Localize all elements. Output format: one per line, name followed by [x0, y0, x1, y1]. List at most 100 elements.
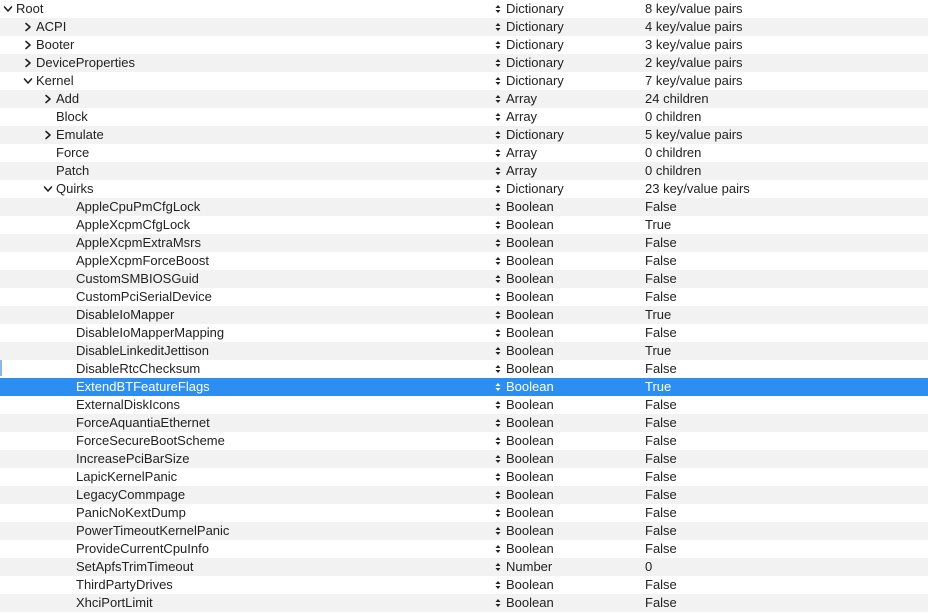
key-label[interactable]: ForceAquantiaEthernet	[74, 414, 210, 432]
plist-row-disable-rtc-checksum[interactable]: DisableRtcChecksum Boolean False	[0, 360, 928, 378]
up-down-stepper-icon[interactable]	[494, 324, 502, 342]
type-popup[interactable]: Boolean	[494, 360, 554, 378]
type-popup[interactable]: Dictionary	[494, 126, 564, 144]
value-cell[interactable]: False	[645, 450, 677, 468]
type-popup[interactable]: Boolean	[494, 378, 554, 396]
type-popup[interactable]: Boolean	[494, 270, 554, 288]
chevron-down-icon[interactable]	[22, 72, 34, 90]
type-popup[interactable]: Boolean	[494, 306, 554, 324]
up-down-stepper-icon[interactable]	[494, 54, 502, 72]
type-popup[interactable]: Boolean	[494, 396, 554, 414]
type-popup[interactable]: Dictionary	[494, 18, 564, 36]
type-popup[interactable]: Boolean	[494, 486, 554, 504]
value-cell[interactable]: 24 children	[645, 90, 709, 108]
value-cell[interactable]: 0	[645, 558, 652, 576]
chevron-down-icon[interactable]	[42, 180, 54, 198]
key-label[interactable]: AppleCpuPmCfgLock	[74, 198, 200, 216]
value-cell[interactable]: True	[645, 378, 671, 396]
chevron-down-icon[interactable]	[2, 0, 14, 18]
plist-row-increase-pci-bar-size[interactable]: IncreasePciBarSize Boolean False	[0, 450, 928, 468]
key-label[interactable]: Quirks	[54, 180, 94, 198]
up-down-stepper-icon[interactable]	[494, 288, 502, 306]
plist-row-booter[interactable]: Booter Dictionary 3 key/value pairs	[0, 36, 928, 54]
up-down-stepper-icon[interactable]	[494, 36, 502, 54]
key-label[interactable]: AppleXcpmForceBoost	[74, 252, 209, 270]
key-label[interactable]: Force	[54, 144, 89, 162]
key-label[interactable]: LegacyCommpage	[74, 486, 185, 504]
key-label[interactable]: Booter	[34, 36, 74, 54]
type-popup[interactable]: Boolean	[494, 540, 554, 558]
key-label[interactable]: DeviceProperties	[34, 54, 135, 72]
key-label[interactable]: ExtendBTFeatureFlags	[74, 378, 210, 396]
value-cell[interactable]: False	[645, 576, 677, 594]
up-down-stepper-icon[interactable]	[494, 504, 502, 522]
key-label[interactable]: SetApfsTrimTimeout	[74, 558, 194, 576]
value-cell[interactable]: 0 children	[645, 144, 701, 162]
chevron-right-icon[interactable]	[22, 36, 34, 54]
type-popup[interactable]: Dictionary	[494, 36, 564, 54]
value-cell[interactable]: 7 key/value pairs	[645, 72, 743, 90]
type-popup[interactable]: Boolean	[494, 594, 554, 612]
plist-row-disable-io-mapper-mapping[interactable]: DisableIoMapperMapping Boolean False	[0, 324, 928, 342]
type-popup[interactable]: Dictionary	[494, 72, 564, 90]
plist-row-extend-btfeature-flags[interactable]: ExtendBTFeatureFlags Boolean True	[0, 378, 928, 396]
plist-row-device-properties[interactable]: DeviceProperties Dictionary 2 key/value pa…	[0, 54, 928, 72]
value-cell[interactable]: False	[645, 198, 677, 216]
up-down-stepper-icon[interactable]	[494, 18, 502, 36]
plist-row-apple-xcpm-force-boost[interactable]: AppleXcpmForceBoost Boolean False	[0, 252, 928, 270]
up-down-stepper-icon[interactable]	[494, 270, 502, 288]
key-label[interactable]: PanicNoKextDump	[74, 504, 186, 522]
type-popup[interactable]: Boolean	[494, 288, 554, 306]
plist-row-xhci-port-limit[interactable]: XhciPortLimit Boolean False	[0, 594, 928, 612]
plist-row-external-disk-icons[interactable]: ExternalDiskIcons Boolean False	[0, 396, 928, 414]
key-label[interactable]: AppleXcpmExtraMsrs	[74, 234, 201, 252]
type-popup[interactable]: Boolean	[494, 216, 554, 234]
up-down-stepper-icon[interactable]	[494, 468, 502, 486]
key-label[interactable]: DisableLinkeditJettison	[74, 342, 209, 360]
key-label[interactable]: CustomSMBIOSGuid	[74, 270, 199, 288]
type-popup[interactable]: Boolean	[494, 342, 554, 360]
up-down-stepper-icon[interactable]	[494, 162, 502, 180]
up-down-stepper-icon[interactable]	[494, 378, 502, 396]
key-label[interactable]: ACPI	[34, 18, 66, 36]
up-down-stepper-icon[interactable]	[494, 252, 502, 270]
type-popup[interactable]: Boolean	[494, 522, 554, 540]
value-cell[interactable]: 2 key/value pairs	[645, 54, 743, 72]
plist-row-panic-no-kext-dump[interactable]: PanicNoKextDump Boolean False	[0, 504, 928, 522]
value-cell[interactable]: True	[645, 342, 671, 360]
key-label[interactable]: Block	[54, 108, 88, 126]
chevron-right-icon[interactable]	[22, 18, 34, 36]
type-popup[interactable]: Boolean	[494, 324, 554, 342]
key-label[interactable]: Patch	[54, 162, 89, 180]
type-popup[interactable]: Dictionary	[494, 180, 564, 198]
type-popup[interactable]: Number	[494, 558, 552, 576]
plist-row-legacy-commpage[interactable]: LegacyCommpage Boolean False	[0, 486, 928, 504]
type-popup[interactable]: Array	[494, 162, 537, 180]
plist-row-acpi[interactable]: ACPI Dictionary 4 key/value pairs	[0, 18, 928, 36]
value-cell[interactable]: 3 key/value pairs	[645, 36, 743, 54]
type-popup[interactable]: Boolean	[494, 576, 554, 594]
up-down-stepper-icon[interactable]	[494, 108, 502, 126]
key-label[interactable]: AppleXcpmCfgLock	[74, 216, 190, 234]
plist-row-disable-io-mapper[interactable]: DisableIoMapper Boolean True	[0, 306, 928, 324]
plist-row-apple-xcpm-cfg-lock[interactable]: AppleXcpmCfgLock Boolean True	[0, 216, 928, 234]
value-cell[interactable]: False	[645, 324, 677, 342]
key-label[interactable]: XhciPortLimit	[74, 594, 153, 612]
type-popup[interactable]: Dictionary	[494, 0, 564, 18]
up-down-stepper-icon[interactable]	[494, 180, 502, 198]
type-popup[interactable]: Boolean	[494, 414, 554, 432]
type-popup[interactable]: Boolean	[494, 432, 554, 450]
key-label[interactable]: DisableIoMapperMapping	[74, 324, 224, 342]
value-cell[interactable]: 0 children	[645, 108, 701, 126]
up-down-stepper-icon[interactable]	[494, 0, 502, 18]
plist-row-force-aquantia-ethernet[interactable]: ForceAquantiaEthernet Boolean False	[0, 414, 928, 432]
value-cell[interactable]: False	[645, 414, 677, 432]
up-down-stepper-icon[interactable]	[494, 198, 502, 216]
plist-row-custom-smbiosguid[interactable]: CustomSMBIOSGuid Boolean False	[0, 270, 928, 288]
up-down-stepper-icon[interactable]	[494, 396, 502, 414]
up-down-stepper-icon[interactable]	[494, 72, 502, 90]
plist-row-force-secure-boot-scheme[interactable]: ForceSecureBootScheme Boolean False	[0, 432, 928, 450]
chevron-right-icon[interactable]	[42, 90, 54, 108]
up-down-stepper-icon[interactable]	[494, 216, 502, 234]
key-label[interactable]: CustomPciSerialDevice	[74, 288, 212, 306]
